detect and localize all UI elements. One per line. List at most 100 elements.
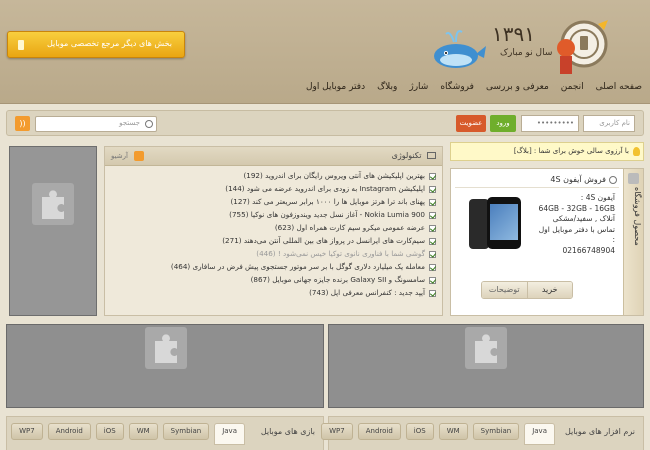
news-item-text: عرضه عمومی میکرو سیم کارت همراه اول (623… xyxy=(274,223,425,232)
rss-icon[interactable]: )) xyxy=(15,116,30,131)
search-input[interactable]: جستجو xyxy=(35,116,157,132)
tab-symbian[interactable]: Symbian xyxy=(162,423,210,440)
puzzle-icon xyxy=(32,183,74,225)
iphone-image[interactable] xyxy=(487,197,521,249)
register-button[interactable]: عضویت xyxy=(456,115,486,132)
iphone-side-image xyxy=(469,199,489,249)
iphone-screen xyxy=(490,204,518,240)
tab-android[interactable]: Android xyxy=(357,423,401,440)
site-header: بخش های دیگر مرجع تخصصی موبایل ۱۳۹۱ سال … xyxy=(0,0,650,104)
tab-wp7[interactable]: WP7 xyxy=(321,423,353,440)
bulb-icon xyxy=(633,147,640,156)
product-title[interactable]: فروش آیفون 4S xyxy=(550,175,617,184)
news-item[interactable]: بهترین اپلیکیشن های آنتی ویروس رایگان بر… xyxy=(110,169,436,182)
search-icon[interactable] xyxy=(145,120,153,128)
password-field[interactable]: ••••••••• xyxy=(521,115,579,132)
tab-android[interactable]: Android xyxy=(47,423,91,440)
news-item[interactable]: اپلیکیشن Instagram به زودی برای اندروید … xyxy=(110,182,436,195)
news-item[interactable]: گوشی شما با فناوری نانوی توکیا خیس نمی‌ش… xyxy=(110,247,436,260)
checkbox-icon xyxy=(429,224,436,232)
tab-wp7[interactable]: WP7 xyxy=(11,423,43,440)
product-side-tab: محصول فروشگاه xyxy=(623,169,643,315)
cart-icon xyxy=(628,173,639,184)
tab-ios[interactable]: iOS xyxy=(95,423,124,440)
news-item-text: معامله یک میلیارد دلاری گوگل با بر سر مو… xyxy=(170,262,425,271)
product-line: تماس با دفتر موبایل اول : xyxy=(538,224,615,245)
welcome-text[interactable]: با آرزوی سالی خوش برای شما : [بلاگ] xyxy=(514,147,629,155)
news-item-text: پهنای باند ترا هرتز موبایل ها را ۱۰۰۰ بر… xyxy=(230,197,425,206)
checkbox-icon xyxy=(429,237,436,245)
nav-office[interactable]: دفتر موبایل اول xyxy=(306,82,365,92)
news-item[interactable]: سامسونگ و Galaxy SII برنده جایزه جهانی م… xyxy=(110,273,436,286)
checkbox-icon xyxy=(429,289,436,297)
technology-box: آرشیو تکنولوژی بهترین اپلیکیشن های آنتی … xyxy=(104,146,443,316)
welcome-bar: با آرزوی سالی خوش برای شما : [بلاگ] xyxy=(450,142,644,161)
news-item[interactable]: عرضه عمومی میکرو سیم کارت همراه اول (623… xyxy=(110,221,436,234)
checkbox-icon xyxy=(429,211,436,219)
product-actions: توضیحات خرید xyxy=(481,281,573,299)
tab-java[interactable]: Java xyxy=(214,423,245,445)
main-nav: صفحه اصلی انجمن معرفی و بررسی فروشگاه شا… xyxy=(306,82,642,92)
buy-button[interactable]: خرید xyxy=(526,282,572,298)
games-tabs: Java Symbian WM iOS Android WP7 xyxy=(11,423,245,445)
news-list: بهترین اپلیکیشن های آنتی ویروس رایگان بر… xyxy=(110,169,436,299)
login-button[interactable]: ورود xyxy=(490,115,516,132)
news-item[interactable]: Nokia Lumia 900 - آغاز نسل جدید ویندوزفو… xyxy=(110,208,436,221)
technology-header: آرشیو تکنولوژی xyxy=(105,147,442,166)
tab-ios[interactable]: iOS xyxy=(405,423,434,440)
year-title: ۱۳۹۱ xyxy=(492,22,535,46)
games-title: بازی های موبایل xyxy=(260,427,315,436)
product-line: 64GB - 32GB - 16GB xyxy=(538,203,615,213)
ad-placeholder-left[interactable] xyxy=(9,146,97,316)
news-item[interactable]: معامله یک میلیارد دلاری گوگل با بر سر مو… xyxy=(110,260,436,273)
news-item-text: آیپد جدید : کنفرانس معرفی اپل (743) xyxy=(309,288,425,297)
nav-forum[interactable]: انجمن xyxy=(561,82,584,92)
news-item[interactable]: سیم‌کارت های ایرانسل در پرواز های بین ال… xyxy=(110,234,436,247)
news-item[interactable]: پهنای باند ترا هرتز موبایل ها را ۱۰۰۰ بر… xyxy=(110,195,436,208)
technology-title: تکنولوژی xyxy=(392,151,436,160)
info-icon xyxy=(609,175,617,184)
banner-label: بخش های دیگر مرجع تخصصی موبایل xyxy=(46,39,172,48)
tab-symbian[interactable]: Symbian xyxy=(472,423,520,440)
software-panel: نرم افزار های موبایل Java Symbian WM iOS… xyxy=(321,416,644,450)
archive-label: آرشیو xyxy=(111,152,128,160)
ad-placeholder-bottom-right[interactable] xyxy=(328,324,644,408)
checkbox-icon xyxy=(429,276,436,284)
product-line: آنلاک , سفید/مشکی xyxy=(552,214,615,223)
nav-reviews[interactable]: معرفی و بررسی xyxy=(486,82,549,92)
technology-title-text: تکنولوژی xyxy=(391,151,422,160)
product-line: آیفون 4S : xyxy=(580,193,615,202)
ad-placeholder-bottom-left[interactable] xyxy=(6,324,324,408)
checkbox-icon xyxy=(429,250,436,258)
puzzle-icon xyxy=(145,327,187,369)
checkbox-icon xyxy=(429,198,436,206)
checkbox-icon xyxy=(429,263,436,271)
software-tabs: Java Symbian WM iOS Android WP7 xyxy=(321,423,555,445)
shop-product-box: محصول فروشگاه فروش آیفون 4S آیفون 4S : 6… xyxy=(450,168,644,316)
mascot-logo[interactable] xyxy=(550,14,610,80)
description-button[interactable]: توضیحات xyxy=(482,282,527,298)
divider xyxy=(455,187,619,188)
news-item-text: بهترین اپلیکیشن های آنتی ویروس رایگان بر… xyxy=(243,171,425,180)
archive-link[interactable]: آرشیو xyxy=(111,151,145,161)
nav-blog[interactable]: وبلاگ xyxy=(377,82,397,92)
username-field[interactable]: نام کاربری xyxy=(583,115,635,132)
tab-wm[interactable]: WM xyxy=(438,423,468,440)
product-side-title: محصول فروشگاه xyxy=(633,187,642,246)
news-item[interactable]: آیپد جدید : کنفرانس معرفی اپل (743) xyxy=(110,286,436,299)
banner-button[interactable]: بخش های دیگر مرجع تخصصی موبایل xyxy=(7,31,185,58)
nav-home[interactable]: صفحه اصلی xyxy=(596,82,642,92)
toolbar: )) جستجو عضویت ورود ••••••••• نام کاربری xyxy=(6,110,644,136)
tab-java[interactable]: Java xyxy=(524,423,555,445)
mobile-icon xyxy=(18,40,24,50)
news-item-text: Nokia Lumia 900 - آغاز نسل جدید ویندوزفو… xyxy=(229,210,425,219)
nav-charge[interactable]: شارژ xyxy=(409,82,428,92)
rss-icon[interactable] xyxy=(134,151,145,161)
product-description: آیفون 4S : 64GB - 32GB - 16GB آنلاک , سف… xyxy=(535,193,615,256)
nav-shop[interactable]: فروشگاه xyxy=(440,82,474,92)
checkbox-icon xyxy=(429,172,436,180)
software-title: نرم افزار های موبایل xyxy=(564,427,635,436)
tab-wm[interactable]: WM xyxy=(128,423,158,440)
monitor-icon xyxy=(427,152,436,159)
news-item-text: گوشی شما با فناوری نانوی توکیا خیس نمی‌ش… xyxy=(256,249,425,258)
